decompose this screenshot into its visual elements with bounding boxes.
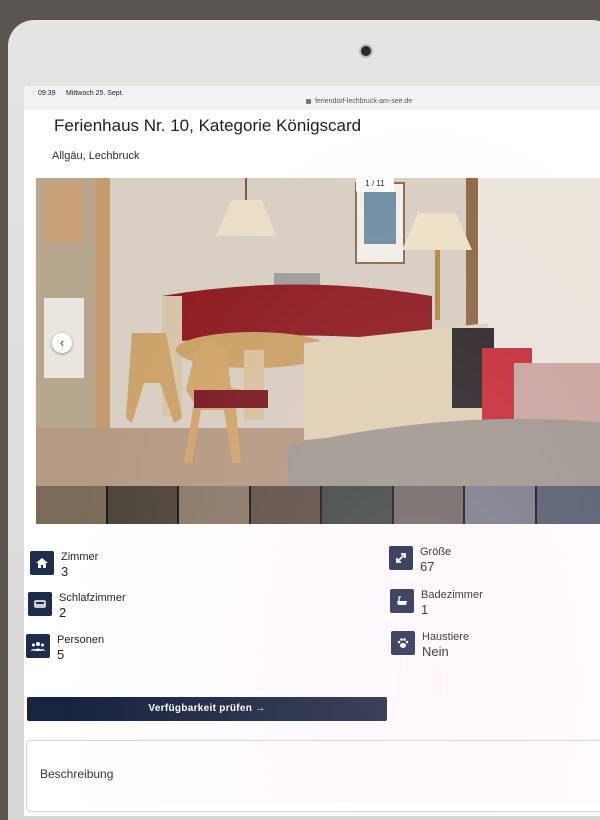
feature-value: 2: [59, 605, 126, 621]
thumbnail[interactable]: [251, 486, 321, 524]
feature-label: Badezimmer: [421, 589, 483, 602]
status-date: Mittwoch 25. Sept.: [66, 90, 124, 97]
resize-arrows-icon: [389, 546, 413, 570]
url-bar[interactable]: feriendorf-lechbruck-am-see.de: [306, 98, 412, 105]
chevron-left-icon: ‹: [60, 335, 64, 350]
url-text: feriendorf-lechbruck-am-see.de: [315, 98, 412, 105]
thumbnail[interactable]: [179, 486, 249, 524]
lock-icon: [306, 99, 311, 104]
description-section[interactable]: Beschreibung: [26, 740, 600, 812]
feature-bedrooms: Schlafzimmer 2: [28, 592, 126, 621]
feature-bathrooms: Badezimmer 1: [390, 589, 483, 618]
people-group-icon: [26, 634, 50, 658]
thumbnail[interactable]: [465, 486, 535, 524]
status-bar: 09:39 Mittwoch 25. Sept. feriendorf-lech…: [24, 86, 600, 110]
page-title: Ferienhaus Nr. 10, Kategorie Königscard: [54, 116, 361, 136]
front-camera: [361, 46, 371, 56]
feature-value: 1: [421, 602, 483, 618]
feature-rooms: Zimmer 3: [30, 551, 98, 580]
location-text: Allgäu, Lechbruck: [52, 150, 139, 162]
feature-value: Nein: [422, 644, 469, 660]
feature-label: Größe: [420, 546, 451, 559]
thumbnail[interactable]: [36, 486, 106, 524]
thumbnail-strip: [36, 486, 600, 524]
feature-label: Personen: [57, 634, 104, 647]
bed-icon: [28, 592, 52, 616]
feature-size: Größe 67: [389, 546, 451, 575]
feature-value: 67: [420, 559, 451, 575]
gallery-main-photo: [36, 178, 600, 486]
thumbnail[interactable]: [108, 486, 178, 524]
description-heading: Beschreibung: [40, 767, 113, 781]
feature-value: 5: [57, 647, 104, 663]
feature-value: 3: [61, 564, 98, 580]
feature-persons: Personen 5: [26, 634, 104, 663]
check-availability-button[interactable]: Verfügbarkeit prüfen →: [27, 697, 387, 721]
previous-image-button[interactable]: ‹: [52, 333, 72, 353]
feature-label: Schlafzimmer: [59, 592, 126, 605]
bathtub-icon: [390, 589, 414, 613]
features-grid: Zimmer 3 Größe 67 Schlafzimmer 2: [24, 546, 600, 686]
thumbnail[interactable]: [394, 486, 464, 524]
tablet-screen: 09:39 Mittwoch 25. Sept. feriendorf-lech…: [24, 86, 600, 816]
thumbnail[interactable]: [537, 486, 600, 524]
image-counter: 1 / 11: [356, 178, 394, 192]
feature-label: Zimmer: [61, 551, 98, 564]
home-icon: [30, 551, 54, 575]
feature-label: Haustiere: [422, 631, 469, 644]
feature-pets: Haustiere Nein: [391, 631, 469, 660]
paw-icon: [391, 631, 415, 655]
thumbnail[interactable]: [322, 486, 392, 524]
status-time: 09:39: [38, 90, 56, 97]
photo-gallery[interactable]: 1 / 11 ‹: [36, 178, 600, 486]
